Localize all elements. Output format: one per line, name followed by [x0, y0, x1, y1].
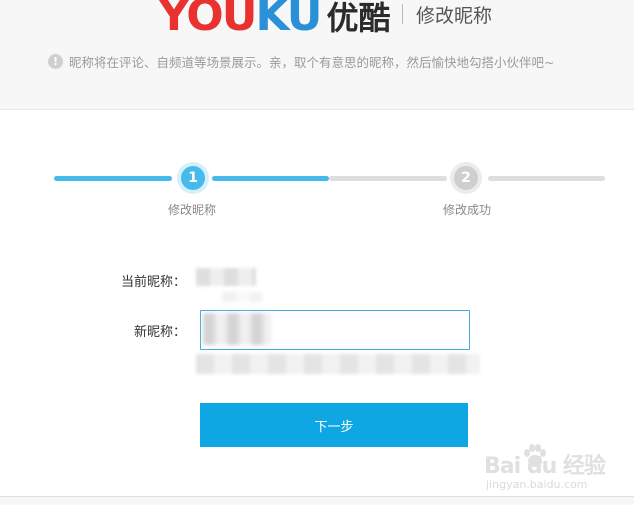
redaction-artifact	[222, 292, 262, 302]
new-nickname-input[interactable]	[200, 310, 470, 350]
logo-latin-text: YOUKU	[158, 0, 322, 41]
new-nickname-value-redacted	[203, 313, 271, 345]
new-nickname-label: 新昵称：	[133, 325, 186, 340]
next-step-button[interactable]: 下一步	[200, 403, 468, 447]
step-1-indicator: 1	[177, 162, 209, 194]
step-1-number: 1	[181, 166, 205, 190]
progress-track-pending-left	[329, 176, 447, 181]
step-2-indicator: 2	[450, 162, 482, 194]
info-icon: !	[48, 54, 63, 69]
page-title: 修改昵称	[416, 5, 493, 27]
step-2-label: 修改成功	[443, 203, 492, 217]
baidu-jingyan-watermark: Bai du 经验 jingyan.baidu.com	[478, 442, 608, 496]
logo-chinese-text: 优酷	[326, 0, 391, 37]
progress-track-done-left	[54, 176, 172, 181]
footer-band	[0, 497, 634, 505]
youku-logo[interactable]: YOUKU 优酷	[158, 0, 391, 38]
current-nickname-label: 当前昵称：	[120, 275, 186, 290]
current-nickname-value-redacted	[196, 268, 256, 286]
nickname-tip: ! 昵称将在评论、自频道等场景展示。亲，取个有意思的昵称，然后愉快地勾搭小伙伴吧…	[48, 52, 554, 71]
input-hint-redacted	[196, 354, 480, 374]
step-2-number: 2	[454, 166, 478, 190]
watermark-url-text: jingyan.baidu.com	[486, 478, 588, 491]
step-1-label: 修改昵称	[168, 203, 217, 217]
tip-text: 昵称将在评论、自频道等场景展示。亲，取个有意思的昵称，然后愉快地勾搭小伙伴吧~	[69, 55, 555, 70]
progress-track-pending-right	[488, 176, 605, 181]
page-header: YOUKU 优酷 修改昵称 ! 昵称将在评论、自频道等场景展示。亲，取个有意思的…	[0, 0, 634, 110]
watermark-main-text: Bai du 经验	[484, 454, 606, 479]
header-divider	[402, 4, 403, 24]
progress-track-done-right	[212, 176, 329, 181]
